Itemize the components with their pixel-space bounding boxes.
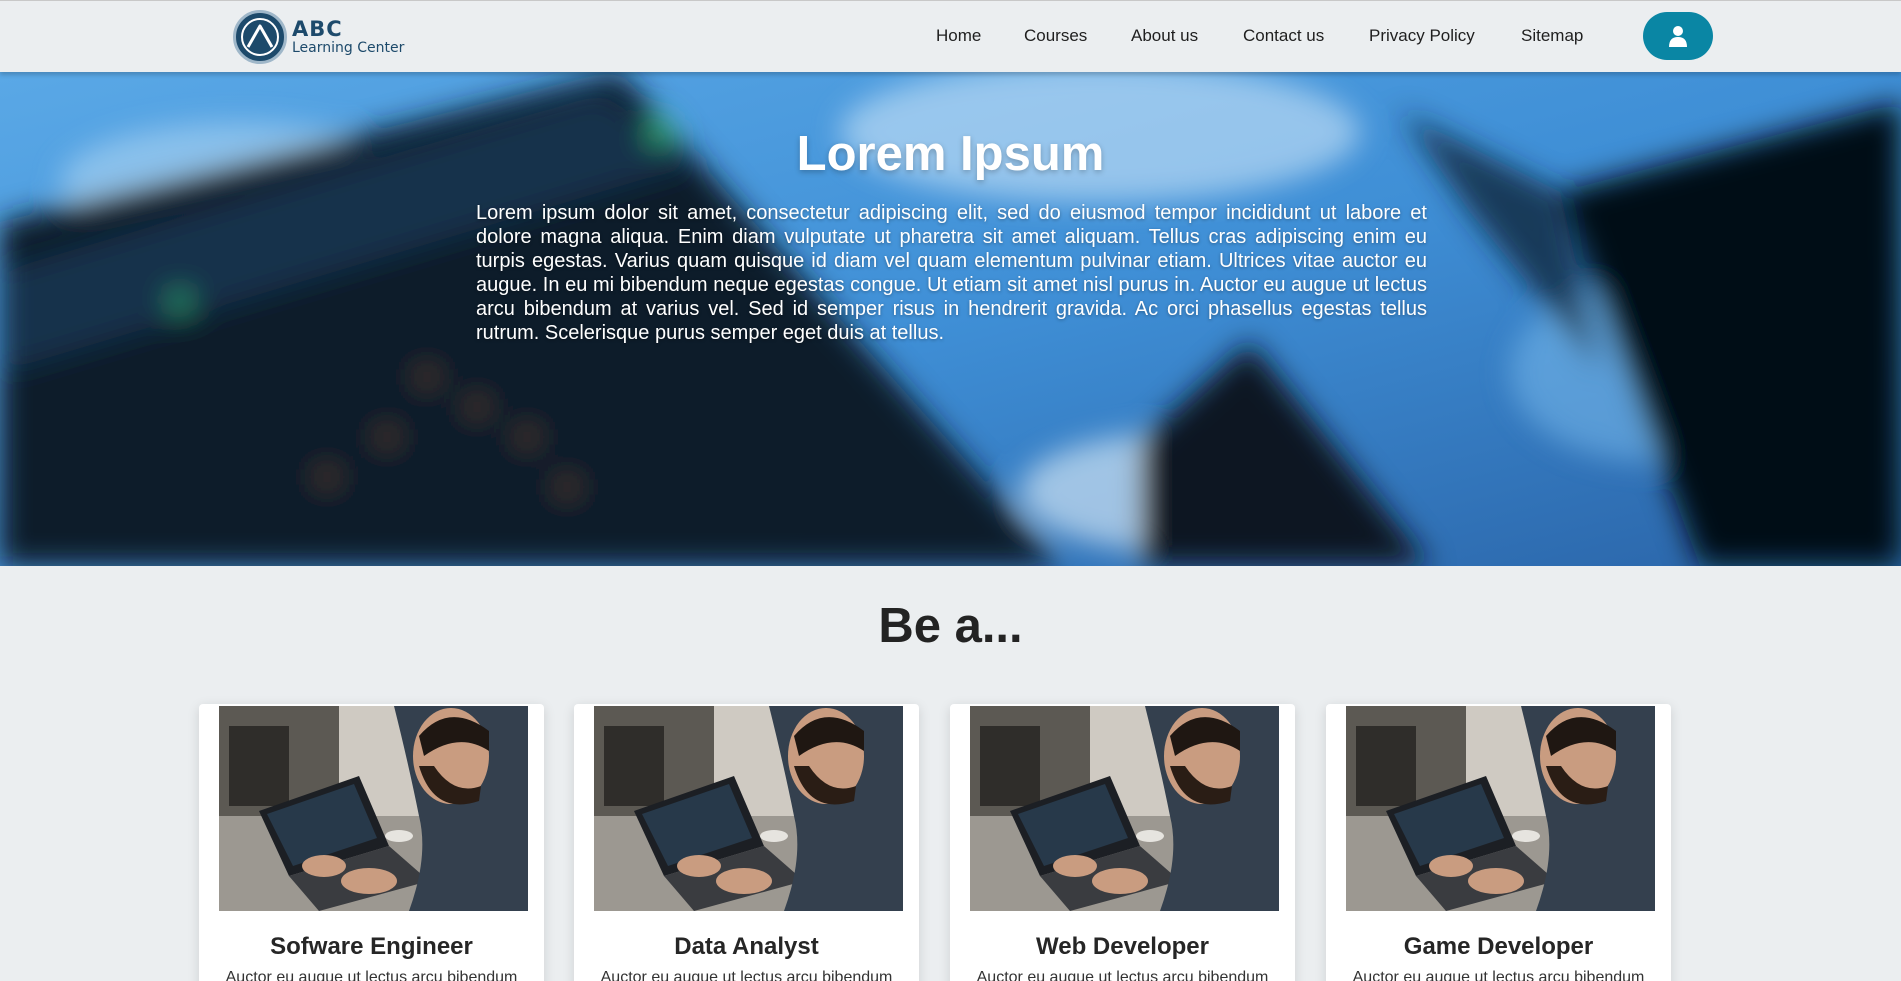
nav-link-sitemap[interactable]: Sitemap: [1521, 26, 1583, 46]
card-image: [970, 706, 1279, 911]
nav-link-about[interactable]: About us: [1131, 26, 1198, 46]
career-card[interactable]: Sofware Engineer Auctor eu augue ut lect…: [199, 704, 544, 981]
nav-link-contact[interactable]: Contact us: [1243, 26, 1324, 46]
career-card[interactable]: Web Developer Auctor eu augue ut lectus …: [950, 704, 1295, 981]
career-card[interactable]: Game Developer Auctor eu augue ut lectus…: [1326, 704, 1671, 981]
card-image: [219, 706, 528, 911]
card-title: Web Developer: [1036, 933, 1209, 960]
hero-description: Lorem ipsum dolor sit amet, consectetur …: [476, 202, 1427, 344]
nav-link-courses[interactable]: Courses: [1024, 26, 1087, 46]
section-title: Be a...: [878, 599, 1023, 653]
nav-link-privacy[interactable]: Privacy Policy: [1369, 26, 1475, 46]
card-title: Sofware Engineer: [270, 933, 473, 960]
hero-title: Lorem Ipsum: [796, 127, 1105, 181]
hero-banner: Lorem Ipsum Lorem ipsum dolor sit amet, …: [0, 72, 1901, 566]
card-text: Auctor eu augue ut lectus arcu bibendum: [600, 969, 893, 981]
card-title: Data Analyst: [674, 933, 819, 960]
main-nav: Home Courses About us Contact us Privacy…: [0, 26, 1901, 48]
card-image: [1346, 706, 1655, 911]
navbar: ABC Learning Center Home Courses About u…: [0, 0, 1901, 72]
card-text: Auctor eu augue ut lectus arcu bibendum: [225, 969, 518, 981]
card-title: Game Developer: [1403, 933, 1594, 960]
card-text: Auctor eu augue ut lectus arcu bibendum: [976, 969, 1269, 981]
card-image: [594, 706, 903, 911]
career-card[interactable]: Data Analyst Auctor eu augue ut lectus a…: [574, 704, 919, 981]
user-icon: [1669, 26, 1687, 47]
user-account-button[interactable]: [1643, 12, 1713, 60]
nav-link-home[interactable]: Home: [936, 26, 981, 46]
card-text: Auctor eu augue ut lectus arcu bibendum: [1352, 969, 1645, 981]
